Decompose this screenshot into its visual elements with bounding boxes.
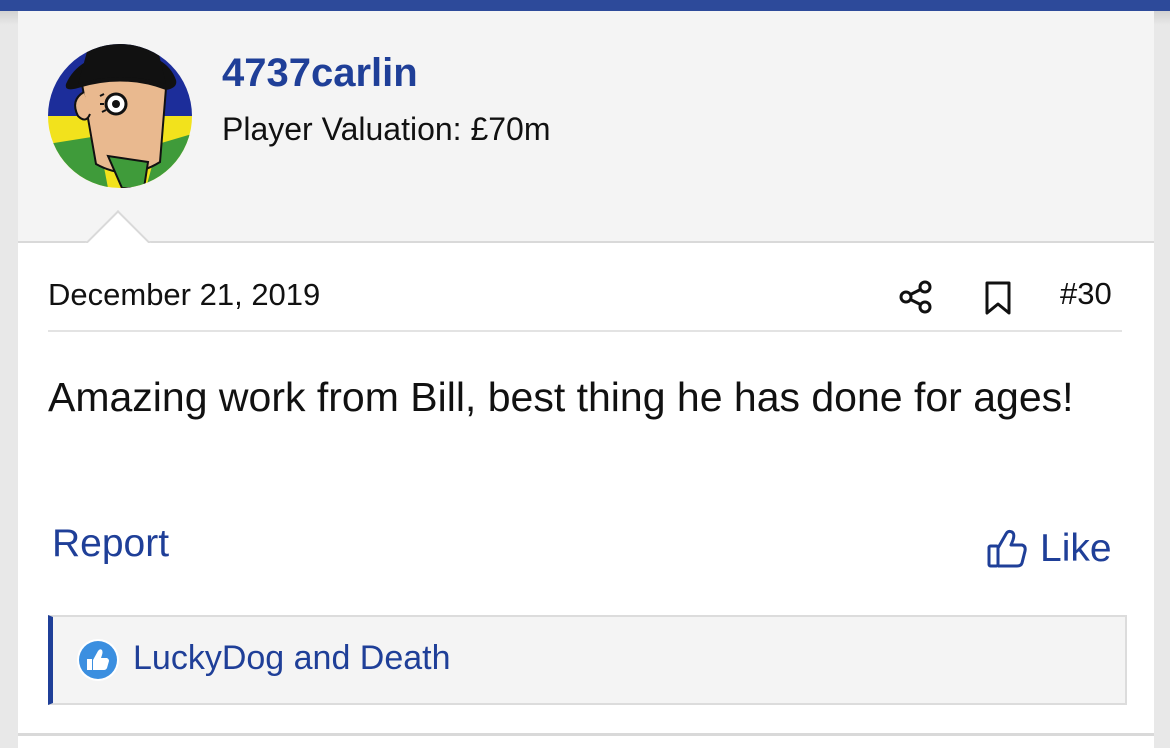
like-button[interactable]: Like [986,526,1112,572]
post-bottom-divider [18,733,1154,736]
post-date[interactable]: December 21, 2019 [48,277,320,313]
like-reaction-badge-icon [77,639,119,681]
post-user-header: 4737carlin Player Valuation: £70m [18,11,1154,243]
username-link[interactable]: 4737carlin [222,51,418,96]
like-label: Like [1040,527,1112,570]
reactions-users-link[interactable]: LuckyDog and Death [133,639,451,678]
thumbs-up-icon [987,529,1027,568]
share-icon[interactable] [898,279,934,315]
bookmark-icon[interactable] [982,280,1014,316]
divider [48,330,1122,332]
avatar-image [48,44,192,188]
site-top-bar [0,0,1170,11]
forum-post: 4737carlin Player Valuation: £70m Decemb… [18,11,1154,748]
post-number-link[interactable]: #30 [1060,276,1112,312]
reactions-bar[interactable]: LuckyDog and Death [48,615,1127,705]
report-button[interactable]: Report [52,522,169,566]
avatar[interactable] [48,44,192,188]
player-valuation: Player Valuation: £70m [222,111,551,147]
post-body: Amazing work from Bill, best thing he ha… [48,374,1074,420]
